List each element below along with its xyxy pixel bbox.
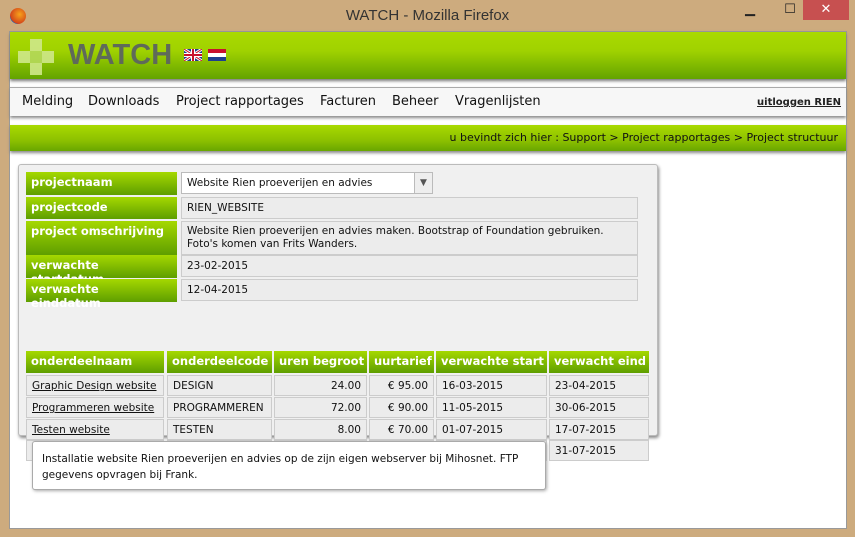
window-title: WATCH - Mozilla Firefox [345,7,510,24]
page-content: WATCH Melding Downloads Project rapporta… [9,31,847,529]
breadcrumb: u bevindt zich hier : Support > Project … [449,131,838,144]
table-row-cell-name[interactable]: Programmeren website [26,397,164,418]
table-cell: 01-07-2015 [436,419,547,440]
label-projectnaam: projectnaam [26,172,177,195]
table-cell: PROGRAMMEREN [167,397,272,418]
label-projectcode: projectcode [26,197,177,219]
label-omschrijving: project omschrijving [26,221,177,255]
table-cell: 16-03-2015 [436,375,547,396]
table-cell: 11-05-2015 [436,397,547,418]
startdatum-value: 23-02-2015 [181,255,638,277]
maximize-icon[interactable]: ☐ [775,0,805,20]
column-header: verwachte start [436,351,547,373]
onderdeel-link[interactable]: Programmeren website [32,402,154,414]
table-cell: 17-07-2015 [549,419,649,440]
main-nav: Melding Downloads Project rapportages Fa… [10,87,846,116]
watch-logo-icon [18,39,54,75]
table-cell: 31-07-2015 [549,440,649,461]
table-cell: € 90.00 [369,397,434,418]
table-cell: 24.00 [274,375,367,396]
nav-beheer[interactable]: Beheer [392,94,439,109]
nav-downloads[interactable]: Downloads [88,94,159,109]
label-einddatum: verwachte einddatum [26,279,177,310]
minimize-icon[interactable]: ▁ [735,0,765,20]
logout-link[interactable]: uitloggen RIEN [757,97,841,108]
nav-facturen[interactable]: Facturen [320,94,376,109]
project-select-value: Website Rien proeverijen en advies [187,177,373,189]
flag-uk-icon[interactable] [184,49,202,61]
column-header: verwacht eind [549,351,649,373]
table-cell: 8.00 [274,419,367,440]
onderdeel-link[interactable]: Testen website [32,424,110,436]
table-cell: TESTEN [167,419,272,440]
table-row-cell-name[interactable]: Testen website [26,419,164,440]
table-cell: 72.00 [274,397,367,418]
app-header: WATCH [10,32,846,79]
tooltip: Installatie website Rien proeverijen en … [32,441,546,490]
table-row-cell-name[interactable]: Graphic Design website [26,375,164,396]
breadcrumb-bar: u bevindt zich hier : Support > Project … [10,125,846,151]
omschrijving-value: Website Rien proeverijen en advies maken… [181,221,638,255]
project-select[interactable]: Website Rien proeverijen en advies ▼ [181,172,433,194]
flag-nl-icon[interactable] [208,49,226,61]
table-cell: DESIGN [167,375,272,396]
nav-melding[interactable]: Melding [22,94,73,109]
column-header: uurtarief [369,351,434,373]
table-cell: € 70.00 [369,419,434,440]
column-header: onderdeelcode [167,351,272,373]
chevron-down-icon[interactable]: ▼ [414,173,432,193]
label-startdatum: verwachte startdatum [26,255,177,286]
onderdeel-link[interactable]: Graphic Design website [32,380,157,392]
einddatum-value: 12-04-2015 [181,279,638,301]
column-header: uren begroot [274,351,367,373]
table-cell: 30-06-2015 [549,397,649,418]
nav-vragenlijsten[interactable]: Vragenlijsten [455,94,541,109]
app-name: WATCH [68,39,173,71]
table-cell: 23-04-2015 [549,375,649,396]
projectcode-value: RIEN_WEBSITE [181,197,638,219]
title-bar: WATCH - Mozilla Firefox ▁ ☐ ✕ [0,0,855,31]
table-cell: € 95.00 [369,375,434,396]
nav-project-rapportages[interactable]: Project rapportages [176,94,304,109]
column-header: onderdeelnaam [26,351,164,373]
close-icon[interactable]: ✕ [803,0,849,20]
project-panel: projectnaam Website Rien proeverijen en … [18,164,658,461]
